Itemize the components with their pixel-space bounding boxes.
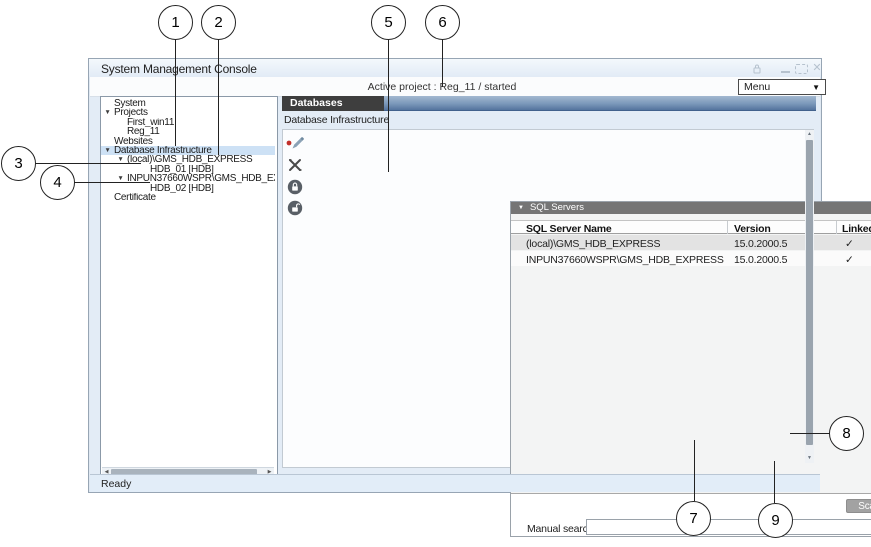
callout-line-4 — [74, 182, 150, 183]
window-title: System Management Console — [101, 62, 257, 76]
edit-connection-icon[interactable] — [286, 135, 304, 151]
cell-version: 15.0.2000.5 — [734, 254, 787, 266]
restore-button[interactable] — [794, 63, 808, 74]
callout-4: 4 — [40, 165, 75, 200]
column-separator — [727, 221, 728, 234]
column-header-version[interactable]: Version — [734, 223, 771, 235]
scrollbar-thumb[interactable] — [806, 140, 813, 445]
tree-item-label: Reg_11 — [127, 127, 160, 136]
breadcrumb: Database Infrastructure — [284, 114, 389, 126]
callout-2: 2 — [201, 5, 236, 40]
scan-local-button[interactable]: Scan Local — [846, 499, 871, 513]
menu-strip: Active project : Reg_11 / started Menu ▼ — [90, 77, 820, 97]
callout-line-8 — [790, 433, 830, 434]
minimize-button[interactable] — [779, 63, 791, 74]
manual-search-input[interactable] — [586, 519, 871, 535]
accent-header-bar — [384, 96, 816, 111]
callout-line-3 — [35, 163, 141, 164]
sql-servers-table: SQL Server Name Version Linked (local)\G… — [511, 214, 871, 494]
tree-item-hdb-01-hdb-[interactable]: ▼HDB_01 [HDB] — [101, 165, 275, 174]
linked-check-icon: ✓ — [845, 238, 854, 250]
tab-databases[interactable]: Databases — [282, 96, 384, 111]
callout-line-1 — [175, 39, 176, 146]
app-window: System Management Console ✕ Active proje… — [88, 58, 822, 493]
sql-servers-title: SQL Servers — [530, 202, 584, 213]
tree-item-label: (local)\GMS_HDB_EXPRESS — [127, 155, 252, 164]
menu-dropdown-label: Menu — [744, 81, 770, 93]
tree-item-label: Projects — [114, 108, 148, 117]
tree-item-label: System — [114, 99, 146, 108]
table-row[interactable]: INPUN37660WSPR\GMS_HDB_EXPRESS 15.0.2000.… — [511, 251, 871, 266]
table-row[interactable]: (local)\GMS_HDB_EXPRESS 15.0.2000.5 ✓ — [511, 235, 871, 250]
unlock-icon[interactable] — [286, 199, 304, 215]
menu-dropdown[interactable]: Menu ▼ — [738, 79, 826, 95]
column-separator — [836, 221, 837, 234]
disconnect-icon[interactable] — [286, 157, 304, 173]
callout-line-2 — [218, 39, 219, 155]
content-vertical-scrollbar[interactable]: ▲ ▼ — [805, 130, 814, 463]
table-header-row: SQL Server Name Version Linked — [511, 220, 871, 234]
tree-item-system[interactable]: ▼System — [101, 99, 275, 108]
callout-5: 5 — [371, 5, 406, 40]
navigation-tree-panel: ▼System▼Projects▼First_win11▼Reg_11▼Webs… — [100, 96, 278, 478]
column-header-linked[interactable]: Linked — [842, 223, 871, 235]
tree-item-certificate[interactable]: ▼Certificate — [101, 193, 275, 202]
tree-item-label: Certificate — [114, 193, 156, 202]
callout-7: 7 — [676, 501, 711, 536]
callout-line-9 — [774, 461, 775, 503]
status-bar: Ready — [90, 474, 820, 492]
lock-icon[interactable] — [751, 63, 763, 74]
callout-8: 8 — [829, 416, 864, 451]
callout-6: 6 — [425, 5, 460, 40]
tree-items: ▼System▼Projects▼First_win11▼Reg_11▼Webs… — [101, 99, 275, 202]
column-header-name[interactable]: SQL Server Name — [526, 223, 612, 235]
status-text: Ready — [101, 478, 131, 490]
databases-content-area: ▼SQL Servers SQL Server Name Version Lin… — [282, 129, 814, 468]
cell-server-name: INPUN37660WSPR\GMS_HDB_EXPRESS — [526, 254, 724, 266]
chevron-down-icon: ▼ — [812, 83, 820, 92]
tree-item-first-win11[interactable]: ▼First_win11 — [101, 118, 275, 127]
tree-item-label: HDB_01 [HDB] — [150, 165, 214, 174]
lock-icon[interactable] — [286, 178, 304, 194]
tree-expander-icon[interactable]: ▼ — [101, 108, 114, 117]
tree-item-reg-11[interactable]: ▼Reg_11 — [101, 127, 275, 136]
tree-item-label: Database Infrastructure — [114, 146, 212, 155]
title-bar[interactable]: System Management Console ✕ — [89, 59, 821, 77]
scroll-up-icon[interactable]: ▲ — [805, 130, 814, 139]
tree-item-database-infrastructure[interactable]: ▼Database Infrastructure — [101, 146, 275, 155]
callout-9: 9 — [758, 503, 793, 538]
close-button[interactable]: ✕ — [811, 63, 823, 74]
tree-item-hdb-02-hdb-[interactable]: ▼HDB_02 [HDB] — [101, 184, 275, 193]
cell-server-name: (local)\GMS_HDB_EXPRESS — [526, 238, 660, 250]
callout-line-6 — [442, 39, 443, 87]
screenshot-canvas: System Management Console ✕ Active proje… — [0, 0, 871, 547]
callout-line-7 — [694, 440, 695, 501]
callout-line-5 — [388, 39, 389, 172]
cell-version: 15.0.2000.5 — [734, 238, 787, 250]
scroll-down-icon[interactable]: ▼ — [805, 454, 814, 463]
linked-check-icon: ✓ — [845, 254, 854, 266]
tree-item-projects[interactable]: ▼Projects — [101, 108, 275, 117]
tree-item-label: Websites — [114, 137, 153, 146]
sql-servers-header[interactable]: ▼ SQL Servers — [511, 202, 871, 214]
tree-item-websites[interactable]: ▼Websites — [101, 137, 275, 146]
callout-1: 1 — [158, 5, 193, 40]
tree-expander-icon[interactable]: ▼ — [101, 146, 114, 155]
tree-item-label: First_win11 — [127, 118, 174, 127]
tree-item-label: HDB_02 [HDB] — [150, 184, 214, 193]
chevron-down-icon: ▼ — [518, 205, 524, 211]
callout-3: 3 — [1, 146, 36, 181]
